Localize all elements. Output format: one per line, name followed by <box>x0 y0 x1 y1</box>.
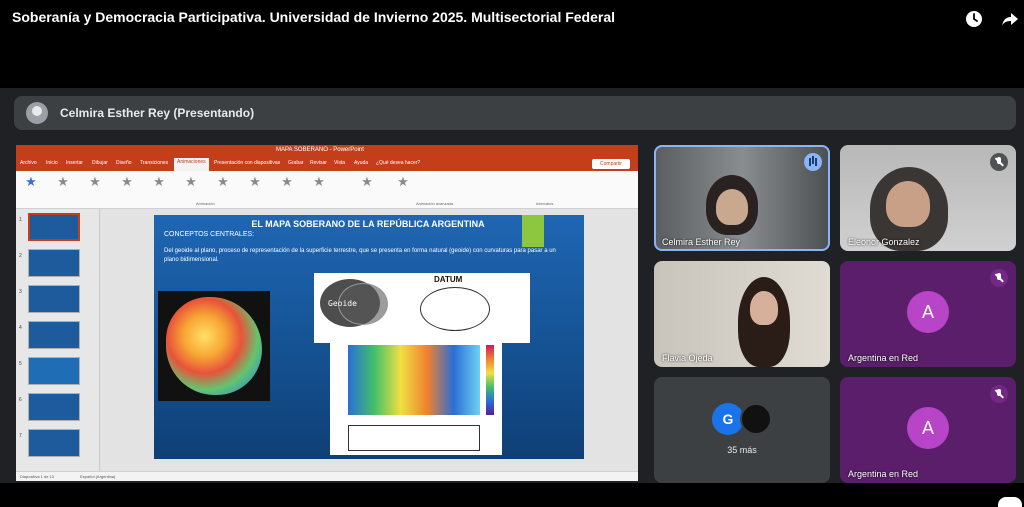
thumb-number: 6 <box>19 397 22 403</box>
slide-thumbnail[interactable] <box>28 429 80 457</box>
more-participants-label: 35 más <box>727 445 757 455</box>
participant-tile[interactable]: Flavia Ojeda <box>654 261 830 367</box>
ribbon-group-label: Animación avanzada <box>416 201 454 206</box>
participant-name: Eleonor Gonzalez <box>848 237 920 247</box>
animation-star-icon[interactable]: ★ <box>280 175 294 189</box>
corner-badge <box>998 497 1022 507</box>
geoid-globe-surface <box>166 297 262 395</box>
slide-title: EL MAPA SOBERANO DE LA REPÚBLICA ARGENTI… <box>251 219 485 229</box>
animation-star-icon[interactable]: ★ <box>120 175 134 189</box>
slide-thumbnail[interactable] <box>28 213 80 241</box>
animation-star-icon[interactable]: ★ <box>152 175 166 189</box>
slide-thumbnail[interactable] <box>28 357 80 385</box>
ppt-titlebar: MAPA SOBERANO - PowerPoint <box>16 145 638 157</box>
menu-item[interactable]: Grabar <box>288 160 304 166</box>
speaking-indicator-icon <box>804 153 822 171</box>
ribbon-group-label: Intervalos <box>536 201 554 206</box>
slide-thumbnails-pane: 1 2 3 4 5 6 7 <box>16 209 100 471</box>
datum-ellipse <box>420 287 490 331</box>
animation-star-icon[interactable]: ★ <box>56 175 70 189</box>
video-title[interactable]: Soberanía y Democracia Participativa. Un… <box>12 9 615 25</box>
histogram <box>348 425 480 451</box>
slide-canvas: EL MAPA SOBERANO DE LA REPÚBLICA ARGENTI… <box>100 209 638 471</box>
participant-face <box>716 189 748 225</box>
participant-name: Argentina en Red <box>848 469 919 479</box>
geoid-datum-diagram: Geoide DATUM <box>314 273 530 343</box>
slide-bullet: Del geoide al plano, proceso de represen… <box>164 248 556 263</box>
avatar: A <box>907 291 949 333</box>
ribbon-group-label: Animación <box>196 201 215 206</box>
participant-name: Flavia Ojeda <box>662 353 713 363</box>
thumb-number: 3 <box>19 289 22 295</box>
geoid-world-map <box>330 341 502 455</box>
slide-thumbnail[interactable] <box>28 249 80 277</box>
effect-options-star-icon[interactable]: ★ <box>360 175 374 189</box>
participant-tile[interactable]: A Argentina en Red <box>840 261 1016 367</box>
avatar <box>26 102 48 124</box>
clock-icon[interactable] <box>964 9 984 29</box>
slide-subtitle: CONCEPTOS CENTRALES: <box>164 231 255 238</box>
color-scale <box>486 345 494 415</box>
participant-face <box>886 181 930 227</box>
more-participants-tile[interactable]: G 35 más <box>654 377 830 483</box>
participant-face <box>750 291 778 325</box>
meet-stage: Celmira Esther Rey (Presentando) MAPA SO… <box>0 88 1024 483</box>
thumb-number: 7 <box>19 433 22 439</box>
menu-item[interactable]: Dibujar <box>92 160 108 166</box>
share-button[interactable]: Compartir <box>592 159 630 169</box>
menu-item[interactable]: Presentación con diapositivas <box>214 160 280 166</box>
animation-star-icon[interactable]: ★ <box>312 175 326 189</box>
current-slide[interactable]: EL MAPA SOBERANO DE LA REPÚBLICA ARGENTI… <box>154 215 584 459</box>
mic-off-icon <box>990 385 1008 403</box>
animation-star-icon[interactable]: ★ <box>88 175 102 189</box>
ppt-window-title: MAPA SOBERANO - PowerPoint <box>276 147 364 153</box>
thumb-number: 4 <box>19 325 22 331</box>
participant-tile[interactable]: Celmira Esther Rey <box>654 145 830 251</box>
participant-name: Celmira Esther Rey <box>662 237 741 247</box>
preview-star-icon[interactable]: ★ <box>24 175 38 189</box>
menu-item[interactable]: Ayuda <box>354 160 368 166</box>
mic-off-icon <box>990 153 1008 171</box>
avatar: A <box>907 407 949 449</box>
participant-tile[interactable]: A Argentina en Red <box>840 377 1016 483</box>
animation-star-icon[interactable]: ★ <box>248 175 262 189</box>
animation-star-icon[interactable]: ★ <box>216 175 230 189</box>
slide-thumbnail[interactable] <box>28 393 80 421</box>
add-animation-star-icon[interactable]: ★ <box>396 175 410 189</box>
participant-name: Argentina en Red <box>848 353 919 363</box>
menu-item-active[interactable]: Animaciones <box>174 158 209 171</box>
thumb-number: 1 <box>19 217 22 223</box>
video-top-bar: Soberanía y Democracia Participativa. Un… <box>0 0 1024 40</box>
menu-item[interactable]: Insertar <box>66 160 83 166</box>
status-language: Español (Argentina) <box>80 474 116 479</box>
ppt-ribbon: ★ ★ ★ ★ ★ ★ ★ ★ ★ ★ ★ ★ Animación Animac… <box>16 171 638 209</box>
geoid-map-heatmap <box>348 345 480 415</box>
avatar <box>740 403 772 435</box>
animation-star-icon[interactable]: ★ <box>184 175 198 189</box>
menu-item[interactable]: Diseño <box>116 160 132 166</box>
geoid-globe-image <box>158 291 270 401</box>
menu-item[interactable]: Archivo <box>20 160 37 166</box>
menu-item[interactable]: Revisar <box>310 160 327 166</box>
presenter-label: Celmira Esther Rey (Presentando) <box>60 106 255 120</box>
status-slide-count: Diapositiva 1 de 13 <box>20 474 55 479</box>
slide-thumbnail[interactable] <box>28 285 80 313</box>
datum-label: DATUM <box>434 275 463 284</box>
geoide-label: Geoide <box>328 299 357 308</box>
menu-item[interactable]: Inicio <box>46 160 58 166</box>
ppt-status-bar: Diapositiva 1 de 13 Español (Argentina) <box>16 471 638 481</box>
slide-accent-tab <box>522 215 544 247</box>
thumb-number: 2 <box>19 253 22 259</box>
ppt-menu-bar: Archivo Inicio Insertar Dibujar Diseño T… <box>16 157 638 171</box>
thumb-number: 5 <box>19 361 22 367</box>
shared-screen-powerpoint[interactable]: MAPA SOBERANO - PowerPoint Archivo Inici… <box>16 145 638 481</box>
participant-tile[interactable]: Eleonor Gonzalez <box>840 145 1016 251</box>
menu-item[interactable]: ¿Qué desea hacer? <box>376 160 420 166</box>
share-icon[interactable] <box>1000 9 1020 29</box>
presenter-bar: Celmira Esther Rey (Presentando) <box>14 96 1016 130</box>
menu-item[interactable]: Transiciones <box>140 160 168 166</box>
menu-item[interactable]: Vista <box>334 160 345 166</box>
slide-thumbnail[interactable] <box>28 321 80 349</box>
mic-off-icon <box>990 269 1008 287</box>
